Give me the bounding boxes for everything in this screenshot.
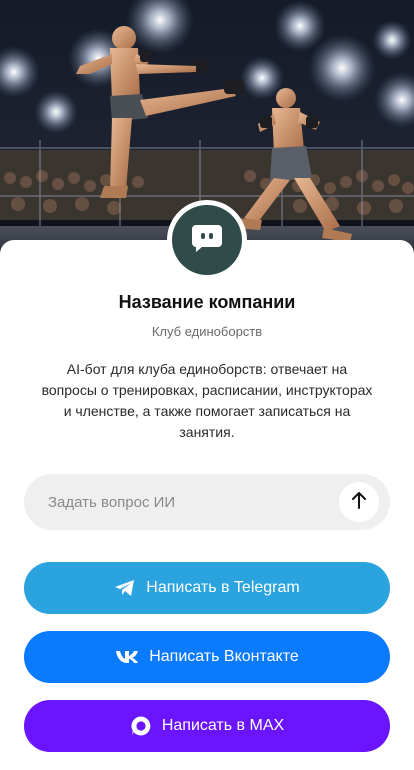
max-button[interactable]: Написать в MAX bbox=[24, 700, 390, 752]
ask-ai-input[interactable] bbox=[48, 474, 348, 530]
vk-icon bbox=[115, 650, 139, 664]
telegram-icon bbox=[114, 579, 136, 597]
company-subtitle: Клуб единоборств bbox=[151, 324, 263, 339]
max-icon bbox=[130, 715, 152, 737]
ask-ai-bar bbox=[24, 474, 390, 530]
avatar bbox=[167, 200, 247, 280]
telegram-button[interactable]: Написать в Telegram bbox=[24, 562, 390, 614]
vk-button[interactable]: Написать Вконтакте bbox=[24, 631, 390, 683]
page: Название компании Клуб единоборств AI-бо… bbox=[0, 0, 414, 770]
max-button-label: Написать в MAX bbox=[161, 717, 285, 734]
avatar-circle bbox=[172, 205, 242, 275]
send-button[interactable] bbox=[339, 482, 379, 522]
telegram-button-label: Написать в Telegram bbox=[146, 579, 300, 596]
chat-bot-icon bbox=[190, 223, 224, 258]
vk-button-label: Написать Вконтакте bbox=[149, 648, 299, 665]
company-title: Название компании bbox=[118, 292, 296, 312]
arrow-up-icon bbox=[351, 491, 367, 514]
company-description: AI-бот для клуба единоборств: отвечает н… bbox=[41, 361, 373, 440]
